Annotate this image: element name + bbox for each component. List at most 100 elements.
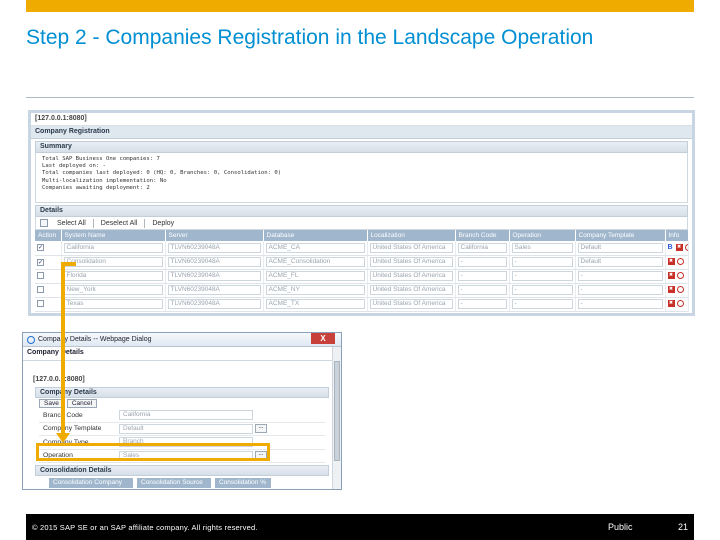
companies-table-body: ✓ California TLVN60239048A ACME_CA United St… xyxy=(35,241,689,312)
company-details-section-header[interactable]: Company Details xyxy=(35,387,329,398)
field-input[interactable]: Default xyxy=(119,423,253,434)
status-icon[interactable] xyxy=(684,244,687,252)
cell-field[interactable]: - xyxy=(511,285,573,295)
cell-field[interactable]: Default xyxy=(577,257,663,267)
deselect-all-button[interactable]: Deselect All xyxy=(96,218,143,229)
table-row[interactable]: ✓ California TLVN60239048A ACME_CA United St… xyxy=(35,241,689,256)
error-icon[interactable]: ✖ xyxy=(667,286,675,294)
scrollbar-thumb[interactable] xyxy=(334,361,340,461)
column-header[interactable]: Localization xyxy=(367,230,456,241)
cell-field[interactable]: - xyxy=(511,257,573,267)
row-checkbox[interactable]: ✓ xyxy=(37,258,44,266)
row-checkbox[interactable]: ✓ xyxy=(37,244,44,252)
cell-field[interactable]: United States Of America xyxy=(369,271,453,281)
error-icon[interactable]: ✖ xyxy=(667,272,675,280)
cell-field[interactable]: ACME_NY xyxy=(265,285,365,295)
column-header[interactable]: Consolidation Company xyxy=(49,478,133,488)
table-row[interactable]: New_York TLVN60239048A ACME_NY United State… xyxy=(35,283,689,298)
row-checkbox[interactable] xyxy=(37,285,44,293)
row-checkbox[interactable] xyxy=(37,271,44,279)
table-cell: - xyxy=(509,283,576,298)
cell-field[interactable]: TLVN60239048A xyxy=(167,257,261,267)
details-section-header[interactable]: Details xyxy=(35,205,688,217)
consolidation-section-header[interactable]: Consolidation Details xyxy=(35,465,329,476)
dialog-spacer xyxy=(23,361,341,375)
cell-field[interactable]: United States Of America xyxy=(369,257,453,267)
status-icon[interactable] xyxy=(676,286,684,294)
branch-info-icon[interactable]: B xyxy=(668,244,673,251)
cell-field[interactable]: California xyxy=(63,242,163,253)
column-header[interactable]: Server xyxy=(165,230,264,241)
cell-field[interactable]: United States Of America xyxy=(369,242,453,253)
dialog-scrollbar[interactable] xyxy=(332,347,341,489)
cell-field[interactable]: ACME_Consolidation xyxy=(265,257,365,267)
row-checkbox[interactable] xyxy=(37,299,44,307)
cell-field[interactable]: - xyxy=(577,299,663,309)
cell-field[interactable]: ACME_FL xyxy=(265,271,365,281)
column-header[interactable]: Operation xyxy=(509,230,576,241)
company-details-dialog-screenshot: Company Details -- Webpage Dialog X Comp… xyxy=(22,332,342,490)
cancel-button[interactable]: Cancel xyxy=(66,399,98,408)
column-header[interactable]: Action xyxy=(35,230,62,241)
cell-field[interactable]: - xyxy=(511,299,573,309)
cell-field[interactable]: - xyxy=(577,285,663,295)
column-header[interactable]: Info xyxy=(665,230,689,241)
cell-field[interactable]: Consolidation xyxy=(63,257,163,267)
cell-field[interactable]: ACME_TX xyxy=(265,299,365,309)
error-icon[interactable]: ✖ xyxy=(667,258,675,266)
table-row[interactable]: Texas TLVN60239048A ACME_TX United States O… xyxy=(35,297,689,312)
copyright-text: © 2015 SAP SE or an SAP affiliate compan… xyxy=(32,523,258,532)
cell-field[interactable]: TLVN60239048A xyxy=(167,242,261,253)
cell-field[interactable]: - xyxy=(457,271,507,281)
table-row[interactable]: Florida TLVN60239048A ACME_FL United States… xyxy=(35,269,689,284)
status-icon[interactable] xyxy=(676,258,684,266)
dialog-field-row: Branch Code California xyxy=(39,409,325,423)
cell-field[interactable]: TLVN60239048A xyxy=(167,271,261,281)
table-cell: - xyxy=(509,255,576,270)
table-cell: - xyxy=(509,269,576,284)
dialog-button-bar: Save Cancel xyxy=(35,398,329,409)
cell-field[interactable]: - xyxy=(457,299,507,309)
table-cell: TLVN60239048A xyxy=(165,241,264,256)
cell-field[interactable]: California xyxy=(457,242,507,253)
column-header[interactable]: Branch Code xyxy=(455,230,510,241)
cell-field[interactable]: TLVN60239048A xyxy=(167,299,261,309)
cell-field[interactable]: New_York xyxy=(63,285,163,295)
column-header[interactable]: Consolidation % xyxy=(215,478,271,488)
cell-field[interactable]: Sales xyxy=(511,242,573,253)
table-cell: United States Of America xyxy=(367,283,456,298)
field-input[interactable]: California xyxy=(119,410,253,421)
column-header[interactable]: System Name xyxy=(61,230,166,241)
error-icon[interactable]: ✖ xyxy=(675,244,683,252)
cell-field[interactable]: - xyxy=(577,271,663,281)
select-all-button[interactable]: Select All xyxy=(52,218,91,229)
browser-icon xyxy=(27,335,35,344)
deploy-button[interactable]: Deploy xyxy=(147,218,179,229)
summary-section-header[interactable]: Summary xyxy=(35,141,688,153)
cell-field[interactable]: - xyxy=(511,271,573,281)
info-cell: ✖ xyxy=(665,269,689,284)
picker-button[interactable]: ... xyxy=(255,424,267,434)
cell-field[interactable]: - xyxy=(457,257,507,267)
cell-field[interactable]: TLVN60239048A xyxy=(167,285,261,295)
status-icon[interactable] xyxy=(676,272,684,280)
cell-field[interactable]: ACME_CA xyxy=(265,242,365,253)
cell-field[interactable]: Texas xyxy=(63,299,163,309)
status-icon[interactable] xyxy=(676,300,684,308)
table-cell: - xyxy=(455,269,510,284)
action-cell xyxy=(35,269,62,284)
info-cell: ✖ xyxy=(665,255,689,270)
column-header[interactable]: Database xyxy=(263,230,368,241)
table-header-row: Action System Name Server Database Local… xyxy=(35,230,689,241)
column-header[interactable]: Consolidation Source xyxy=(137,478,211,488)
column-header[interactable]: Company Template xyxy=(575,230,666,241)
cell-field[interactable]: Florida xyxy=(63,271,163,281)
table-cell: - xyxy=(575,297,666,312)
close-button[interactable]: X xyxy=(311,333,335,344)
cell-field[interactable]: United States Of America xyxy=(369,299,453,309)
cell-field[interactable]: Default xyxy=(577,242,663,253)
cell-field[interactable]: United States Of America xyxy=(369,285,453,295)
table-row[interactable]: ✓ Consolidation TLVN60239048A ACME_Consolid… xyxy=(35,255,689,270)
error-icon[interactable]: ✖ xyxy=(667,300,675,308)
cell-field[interactable]: - xyxy=(457,285,507,295)
